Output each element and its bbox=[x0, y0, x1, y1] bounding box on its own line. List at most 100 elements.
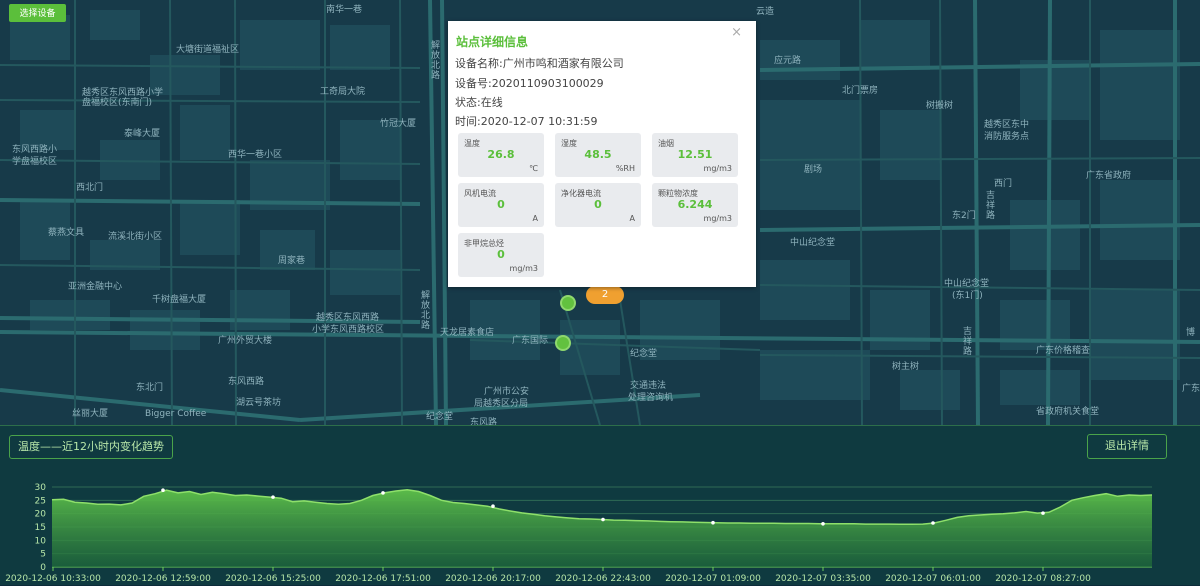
map-label: 学盘福校区 bbox=[12, 157, 58, 167]
map-label: 树主树 bbox=[892, 362, 920, 372]
device-time: 时间:2020-12-07 10:31:59 bbox=[455, 115, 598, 128]
map-label: 消防服务点 bbox=[984, 132, 1030, 142]
map-label: 处理咨询机 bbox=[628, 393, 674, 403]
metric-unit: ℃ bbox=[529, 164, 538, 173]
map-label: 湖云号茶坊 bbox=[236, 398, 282, 408]
map-label: 大塘街道福祉区 bbox=[176, 45, 240, 55]
metric-unit: %RH bbox=[615, 164, 635, 173]
trend-panel: 0 5 10 15 20 25 30 2020-12-06 10:33:00 2020-12-0… bbox=[0, 425, 1200, 585]
metric-card-nmhc: 非甲烷总烃 0 mg/m3 bbox=[458, 233, 544, 277]
popup-title: 站点详细信息 bbox=[456, 35, 529, 49]
metric-card-temperature: 温度 26.8 ℃ bbox=[458, 133, 544, 177]
x-tick-label: 2020-12-06 12:59:00 bbox=[115, 574, 211, 584]
temperature-trend-chart: 0 5 10 15 20 25 30 2020-12-06 10:33:00 2020-12-0… bbox=[5, 483, 1153, 584]
exit-detail-button[interactable]: 退出详情 bbox=[1087, 434, 1167, 459]
metric-value: 48.5 bbox=[584, 148, 612, 161]
y-tick-label: 10 bbox=[35, 536, 47, 546]
map-area[interactable]: 南华一巷 大塘街道福祉区 越秀区东风西路小学 盘福校区(东南门) 工奇局大院 泰峰大厦 竹冠… bbox=[0, 0, 1200, 425]
map-label: 省政府机关食堂 bbox=[1036, 407, 1100, 417]
map-street-label: 解放北路 bbox=[419, 290, 429, 330]
data-point bbox=[161, 488, 165, 492]
metric-value: 0 bbox=[497, 198, 505, 211]
data-point bbox=[821, 522, 825, 526]
metric-card-purifier-current: 净化器电流 0 A bbox=[555, 183, 641, 227]
station-detail-popup: × 站点详细信息 设备名称:广州市鸣和酒家有限公司 设备号:2020110903… bbox=[448, 21, 756, 287]
metric-value: 0 bbox=[594, 198, 602, 211]
map-street-label: 吉祥路 bbox=[984, 190, 994, 220]
y-tick-label: 15 bbox=[35, 523, 46, 533]
data-point bbox=[711, 520, 715, 525]
map-label: 应元路 bbox=[774, 56, 802, 66]
station-marker[interactable] bbox=[560, 295, 576, 311]
metric-card-humidity: 湿度 48.5 %RH bbox=[555, 133, 641, 177]
metric-card-oil-fume: 油烟 12.51 mg/m3 bbox=[652, 133, 738, 177]
map-label: 北门票房 bbox=[842, 86, 879, 96]
x-tick-label: 2020-12-07 06:01:00 bbox=[885, 574, 981, 584]
map-label: 东2门 bbox=[952, 211, 976, 221]
map-label: 东风西路 bbox=[228, 377, 265, 387]
x-tick-label: 2020-12-07 03:35:00 bbox=[775, 574, 871, 584]
select-device-button[interactable]: 选择设备 bbox=[9, 4, 66, 22]
device-status: 状态:在线 bbox=[455, 96, 503, 109]
station-marker[interactable] bbox=[555, 335, 571, 351]
map-label: 泰峰大厦 bbox=[124, 129, 161, 139]
data-point bbox=[271, 495, 275, 499]
device-number: 设备号:2020110903100029 bbox=[455, 77, 604, 90]
map-label: 西门 bbox=[994, 179, 1013, 189]
series-area bbox=[52, 489, 1152, 567]
close-icon[interactable]: × bbox=[731, 25, 742, 40]
metric-unit: mg/m3 bbox=[703, 214, 732, 223]
data-point bbox=[931, 521, 935, 525]
data-point bbox=[491, 504, 495, 508]
chart-title: 温度——近12小时内变化趋势 bbox=[9, 435, 173, 459]
map-label: 云造 bbox=[756, 7, 775, 17]
map-label: 博 bbox=[1186, 328, 1196, 338]
metric-card-particulate: 颗粒物浓度 6.244 mg/m3 bbox=[652, 183, 738, 227]
map-label: 剧场 bbox=[804, 165, 823, 175]
data-point bbox=[601, 517, 605, 522]
map-label: 广东国际 bbox=[512, 336, 549, 346]
x-tick-label: 2020-12-06 15:25:00 bbox=[225, 574, 321, 584]
data-point bbox=[381, 491, 385, 495]
x-tick-label: 2020-12-06 22:43:00 bbox=[555, 574, 651, 584]
map-label: 工奇局大院 bbox=[320, 87, 366, 97]
map-label: 小学东风西路校区 bbox=[312, 325, 385, 335]
x-tick-label: 2020-12-06 10:33:00 bbox=[5, 574, 101, 584]
map-label: 南华一巷 bbox=[326, 5, 363, 15]
metric-value: 12.51 bbox=[677, 148, 713, 161]
map-label: 树搬树 bbox=[926, 101, 954, 111]
map-street-label: 吉祥路 bbox=[961, 326, 971, 356]
map-label: 亚洲金融中心 bbox=[68, 282, 123, 292]
map-label: 流溪北街小区 bbox=[108, 232, 163, 242]
y-tick-label: 25 bbox=[35, 496, 46, 506]
metric-card-fan-current: 风机电流 0 A bbox=[458, 183, 544, 227]
map-label: 东风路 bbox=[470, 418, 498, 425]
x-tick-label: 2020-12-07 08:27:00 bbox=[995, 574, 1091, 584]
map-label: 广州外贸大楼 bbox=[218, 336, 273, 346]
x-tick-label: 2020-12-06 17:51:00 bbox=[335, 574, 431, 584]
map-label: 竹冠大厦 bbox=[380, 119, 417, 129]
y-tick-label: 20 bbox=[35, 510, 47, 520]
map-label: 广东 bbox=[1182, 384, 1200, 394]
map-street-label: 解放北路 bbox=[429, 40, 439, 80]
map-label: 蔡燕文具 bbox=[48, 228, 85, 238]
map-label: 东北门 bbox=[136, 383, 164, 393]
map-label: (东1门) bbox=[952, 291, 983, 301]
metric-unit: mg/m3 bbox=[703, 164, 732, 173]
map-label: 中山纪念堂 bbox=[790, 238, 836, 248]
metric-unit: A bbox=[629, 214, 635, 223]
metric-unit: mg/m3 bbox=[509, 264, 538, 273]
map-label: 千树盘福大厦 bbox=[152, 295, 207, 305]
y-tick-label: 5 bbox=[40, 550, 46, 560]
cluster-marker[interactable]: 2 bbox=[586, 286, 624, 304]
map-label: 广东价格稽查 bbox=[1036, 346, 1091, 356]
device-name: 设备名称:广州市鸣和酒家有限公司 bbox=[455, 57, 624, 70]
map-label: 丝丽大厦 bbox=[72, 409, 109, 419]
map-label: 纪念堂 bbox=[426, 412, 454, 422]
map-label: 天龙居素食店 bbox=[440, 328, 495, 338]
metric-value: 26.8 bbox=[487, 148, 515, 161]
map-label: 西北门 bbox=[76, 183, 104, 193]
map-label: 纪念堂 bbox=[630, 349, 658, 359]
map-label: 局越秀区分局 bbox=[474, 399, 529, 409]
metric-unit: A bbox=[532, 214, 538, 223]
